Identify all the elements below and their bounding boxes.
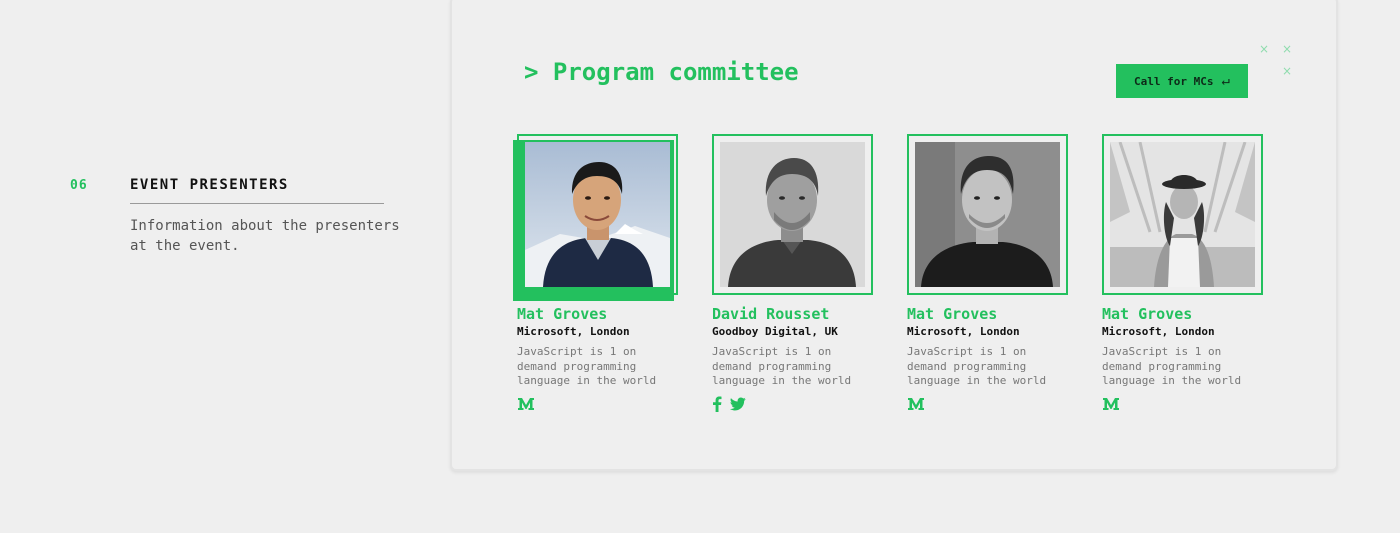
presenter-photo [525,142,670,287]
presenter-card: Mat Groves Microsoft, London JavaScript … [1102,134,1272,412]
section-description: Information about the presenters at the … [130,218,400,254]
presenter-photo [720,142,865,287]
medium-icon[interactable] [907,397,925,411]
presenter-card: Mat Groves Microsoft, London JavaScript … [907,134,1077,412]
section-title: EVENT PRESENTERS [130,177,289,193]
presenter-social-links [517,396,687,412]
presenter-organization: Microsoft, London [1102,325,1215,338]
close-icon: × [1282,42,1293,56]
presenter-photo-frame [513,134,678,301]
presenter-bio: JavaScript is 1 on demand programming la… [1102,345,1242,387]
presenter-photo-frame [1102,134,1263,295]
call-for-mcs-label: Call for MCs [1134,74,1214,88]
card-title: > Program committee [524,58,799,86]
presenter-bio: JavaScript is 1 on demand programming la… [517,345,657,387]
presenter-photo [1110,142,1255,287]
presenter-photo-frame [712,134,873,295]
close-icon: × [1259,42,1270,56]
facebook-icon[interactable] [712,396,722,412]
presenter-bio: JavaScript is 1 on demand programming la… [907,345,1047,387]
presenter-name: David Rousset [712,305,830,323]
close-icon: × [1282,64,1293,78]
presenter-name: Mat Groves [517,305,608,323]
presenter-photo-frame [907,134,1068,295]
presenter-organization: Microsoft, London [907,325,1020,338]
presenter-photo [915,142,1060,287]
presenter-social-links [1102,396,1272,412]
medium-icon[interactable] [517,397,535,411]
presenter-card: Mat Groves Microsoft, London JavaScript … [513,134,687,412]
presenter-organization: Microsoft, London [517,325,630,338]
presenter-name: Mat Groves [1102,305,1193,323]
call-for-mcs-button[interactable]: Call for MCs ↵ [1116,64,1248,98]
medium-icon[interactable] [1102,397,1120,411]
presenter-card: David Rousset Goodboy Digital, UK JavaSc… [712,134,882,412]
twitter-icon[interactable] [730,396,746,411]
section-number: 06 [70,178,88,193]
enter-arrow-icon: ↵ [1221,73,1230,89]
presenter-social-links [907,396,1077,412]
presenter-organization: Goodboy Digital, UK [712,325,838,338]
section-divider [130,203,384,204]
presenter-name: Mat Groves [907,305,998,323]
presenter-bio: JavaScript is 1 on demand programming la… [712,345,852,387]
presenter-social-links [712,396,882,412]
